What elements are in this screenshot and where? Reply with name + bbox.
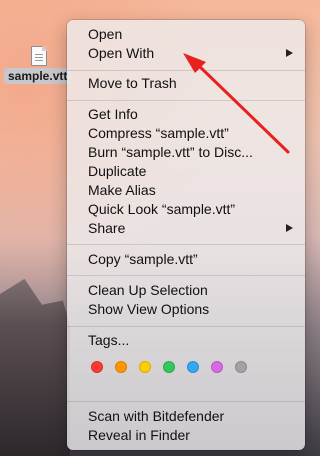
menu-item-reveal-in-finder[interactable]: Reveal in Finder (67, 426, 305, 445)
chevron-right-icon (286, 224, 293, 232)
menu-item-make-alias[interactable]: Make Alias (67, 181, 305, 200)
tag-dot-red[interactable] (91, 361, 103, 373)
menu-item-open-with-label: Open With (88, 45, 155, 61)
menu-separator (67, 100, 305, 101)
menu-separator (67, 401, 305, 402)
tag-dot-purple[interactable] (211, 361, 223, 373)
tag-dot-green[interactable] (163, 361, 175, 373)
menu-item-get-info[interactable]: Get Info (67, 105, 305, 124)
menu-item-share-label: Share (88, 220, 126, 236)
menu-item-share[interactable]: Share (67, 219, 305, 238)
menu-separator (67, 275, 305, 276)
menu-item-scan-bitdefender[interactable]: Scan with Bitdefender (67, 407, 305, 426)
menu-separator (67, 70, 305, 71)
context-menu: Open Open With Move to Trash Get Info Co… (67, 20, 305, 450)
chevron-right-icon (286, 49, 293, 57)
menu-item-burn[interactable]: Burn “sample.vtt” to Disc... (67, 143, 305, 162)
menu-item-open-with[interactable]: Open With (67, 44, 305, 63)
menu-item-clean-up-selection[interactable]: Clean Up Selection (67, 281, 305, 300)
file-name-label: sample.vtt (4, 68, 72, 84)
menu-item-move-to-trash[interactable]: Move to Trash (67, 74, 305, 93)
menu-separator (67, 326, 305, 327)
tag-dot-yellow[interactable] (139, 361, 151, 373)
menu-item-quick-look[interactable]: Quick Look “sample.vtt” (67, 200, 305, 219)
menu-item-copy[interactable]: Copy “sample.vtt” (67, 250, 305, 269)
menu-separator (67, 244, 305, 245)
menu-item-open[interactable]: Open (67, 25, 305, 44)
document-icon (31, 46, 47, 66)
menu-item-show-view-options[interactable]: Show View Options (67, 300, 305, 319)
menu-item-duplicate[interactable]: Duplicate (67, 162, 305, 181)
tag-dot-gray[interactable] (235, 361, 247, 373)
wallpaper-ridge (0, 278, 70, 456)
tag-dot-orange[interactable] (115, 361, 127, 373)
tag-dot-blue[interactable] (187, 361, 199, 373)
menu-item-compress[interactable]: Compress “sample.vtt” (67, 124, 305, 143)
menu-item-tags[interactable]: Tags... (67, 331, 305, 350)
